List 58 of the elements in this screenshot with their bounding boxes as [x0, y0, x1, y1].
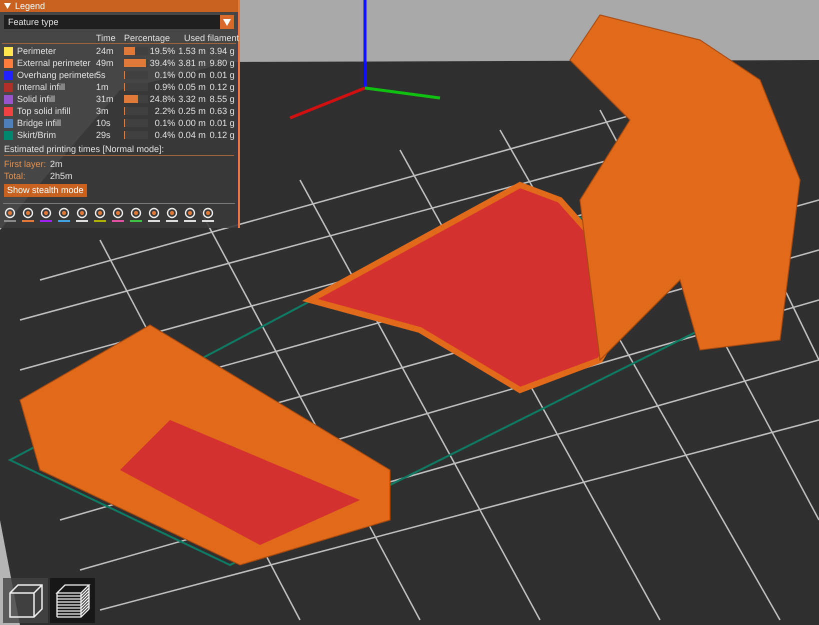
feature-name: Top solid infill	[17, 105, 72, 117]
dropdown-arrow-button[interactable]	[220, 15, 234, 29]
percentage-value: 0.4%	[154, 129, 176, 141]
time-value: 5s	[96, 69, 107, 81]
filament-weight: 0.01 g	[210, 117, 236, 129]
feature-name: Solid infill	[17, 93, 56, 105]
time-value: 24m	[96, 45, 115, 57]
filament-weight: 3.94 g	[210, 45, 236, 57]
collapse-caret-icon	[4, 3, 11, 9]
caret-icon	[223, 18, 231, 26]
legend-header[interactable]: Legend	[0, 0, 238, 12]
3d-view-button[interactable]	[3, 578, 48, 623]
estimated-times-title: Estimated printing times [Normal mode]:	[4, 143, 234, 156]
percentage-value: 2.2%	[154, 105, 176, 117]
time-value: 2h5m	[50, 170, 73, 182]
filament-weight: 0.12 g	[210, 81, 236, 93]
show-stealth-mode-button[interactable]: Show stealth mode	[4, 184, 87, 197]
feature-name: Perimeter	[17, 45, 58, 57]
column-header: Time	[96, 32, 117, 43]
time-value: 29s	[96, 129, 112, 141]
feature-name: Internal infill	[17, 81, 66, 93]
time-value: 10s	[96, 117, 112, 129]
percentage-value: 0.9%	[154, 81, 176, 93]
filament-length: 0.05 m	[178, 81, 207, 93]
filament-weight: 0.01 g	[210, 69, 236, 81]
time-value: 49m	[96, 57, 115, 69]
filament-length: 0.00 m	[178, 69, 207, 81]
filament-weight: 8.55 g	[210, 93, 236, 105]
view-type-value: Feature type	[8, 16, 59, 28]
percentage-value: 39.4%	[148, 57, 176, 69]
filament-length: 0.25 m	[178, 105, 207, 117]
time-value: 2m	[50, 158, 63, 170]
filament-length: 3.32 m	[178, 93, 207, 105]
percentage-value: 0.1%	[154, 117, 176, 129]
stacked-layers-icon	[54, 582, 90, 618]
time-value: 1m	[96, 81, 110, 93]
view-type-dropdown[interactable]: Feature type	[4, 15, 234, 29]
filament-weight: 0.63 g	[210, 105, 236, 117]
feature-name: Skirt/Brim	[17, 129, 57, 141]
feature-name: Overhang perimeter	[17, 69, 96, 81]
feature-name: External perimeter	[17, 57, 92, 69]
legend-title: Legend	[15, 0, 46, 12]
time-label: First layer:	[4, 158, 48, 170]
percentage-value: 0.1%	[154, 69, 176, 81]
time-label: Total:	[4, 170, 27, 182]
filament-weight: 0.12 g	[210, 129, 236, 141]
percentage-value: 24.8%	[148, 93, 176, 105]
time-value: 31m	[96, 93, 115, 105]
percentage-value: 19.5%	[148, 45, 176, 57]
filament-weight: 9.80 g	[210, 57, 236, 69]
column-header: Percentage	[124, 32, 172, 43]
filament-length: 0.04 m	[178, 129, 207, 141]
filament-length: 1.53 m	[178, 45, 207, 57]
filament-length: 3.81 m	[178, 57, 207, 69]
filament-length: 0.00 m	[178, 117, 207, 129]
feature-name: Bridge infill	[17, 117, 62, 129]
time-value: 3m	[96, 105, 110, 117]
layers-view-button[interactable]	[50, 578, 95, 623]
